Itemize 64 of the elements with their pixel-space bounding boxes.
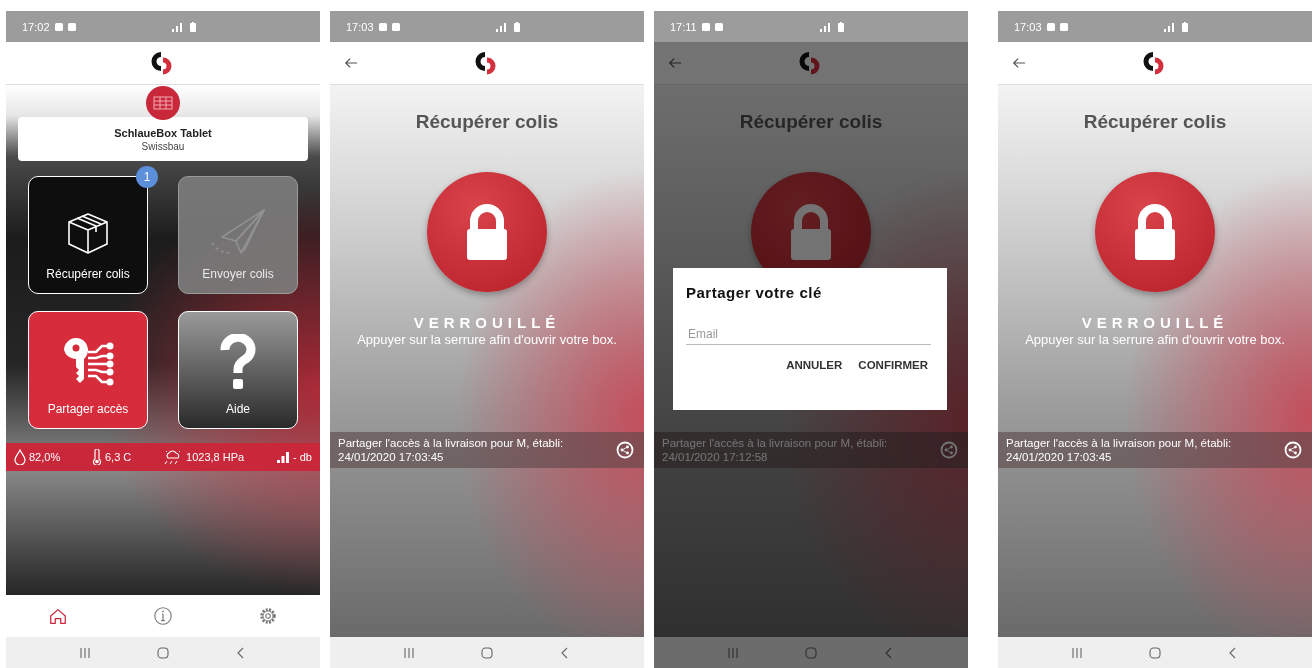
lock-button[interactable]: [1095, 172, 1215, 292]
home-button-icon[interactable]: [481, 646, 493, 659]
battery-icon: [514, 21, 520, 32]
dialog-button[interactable]: ANNULER: [783, 355, 846, 375]
email-field[interactable]: Email: [686, 325, 931, 345]
tile-label: Envoyer colis: [202, 267, 274, 281]
count-badge: 1: [136, 166, 158, 188]
share-date: 24/01/2020 17:12:58: [662, 450, 769, 464]
instruction-text: Appuyer sur la serrure afin d'ouvrir votre box.: [356, 332, 618, 348]
share-description: Partager l'accès à la livraison pour M, établi:: [338, 436, 564, 450]
instruction-text: Appuyer sur la serrure afin d'ouvrir votre box.: [1024, 332, 1286, 348]
share-description: Partager l'accès à la livraison pour M, établi:: [1006, 436, 1232, 450]
back-arrow-icon[interactable]: [1012, 56, 1026, 70]
info-icon[interactable]: [153, 606, 173, 626]
settings-icon[interactable]: [257, 606, 278, 626]
back-arrow-icon[interactable]: [668, 56, 682, 70]
lock-button[interactable]: [427, 172, 547, 292]
thermometer-icon: [92, 449, 102, 465]
home-button-icon[interactable]: [805, 646, 817, 659]
battery-icon: [1182, 21, 1188, 32]
clock-time: 17:03: [346, 20, 374, 33]
battery-icon: [838, 21, 844, 32]
home-button-icon[interactable]: [157, 646, 169, 659]
battery-icon: [190, 21, 196, 32]
sensor-reading: 1023,8 HPa: [186, 451, 245, 463]
dialog-title: Partager votre clé: [686, 284, 823, 301]
signal-icon: [276, 451, 290, 463]
signal-icon: [171, 21, 185, 32]
clock-time: 17:03: [1014, 20, 1042, 33]
dialog-button[interactable]: CONFIRMER: [855, 355, 931, 375]
paper-plane-icon: [208, 207, 268, 257]
share-icon[interactable]: [616, 441, 634, 459]
device-card[interactable]: SchlaueBox Tablet Swissbau: [18, 117, 308, 161]
device-name: SchlaueBox Tablet: [114, 126, 212, 139]
screen-title: Récupérer colis: [415, 110, 559, 134]
signal-icon: [1163, 21, 1177, 32]
share-date: 24/01/2020 17:03:45: [1006, 450, 1113, 464]
question-mark-icon: [218, 334, 258, 392]
lock-status: VERROUILLÉ: [1081, 314, 1229, 332]
signal-icon: [819, 21, 833, 32]
tile-label: Aide: [226, 402, 250, 416]
share-date: 24/01/2020 17:03:45: [338, 450, 445, 464]
share-description: Partager l'accès à la livraison pour M, établi:: [662, 436, 888, 450]
share-icon[interactable]: [940, 441, 958, 459]
sensor-reading: - db: [293, 451, 312, 463]
signal-icon: [495, 21, 509, 32]
back-arrow-icon[interactable]: [344, 56, 358, 70]
clock-time: 17:11: [670, 20, 697, 33]
menu-tile[interactable]: Partager accès: [28, 311, 148, 429]
sensor-reading: 6,3 C: [105, 451, 132, 463]
screen-title: Récupérer colis: [1083, 110, 1227, 134]
device-owner: Swissbau: [141, 140, 185, 152]
lock-status: VERROUILLÉ: [413, 314, 561, 332]
device-icon: [146, 86, 180, 120]
sensor-reading: 82,0%: [29, 451, 61, 463]
home-button-icon[interactable]: [1149, 646, 1161, 659]
menu-tile[interactable]: Aide: [178, 311, 298, 429]
screen-title: Récupérer colis: [739, 110, 883, 134]
droplet-icon: [14, 449, 26, 465]
clock-time: 17:02: [22, 20, 50, 33]
tile-label: Partager accès: [47, 402, 129, 416]
tile-label: Récupérer colis: [46, 267, 130, 281]
share-icon[interactable]: [1284, 441, 1302, 459]
home-icon[interactable]: [48, 606, 69, 626]
